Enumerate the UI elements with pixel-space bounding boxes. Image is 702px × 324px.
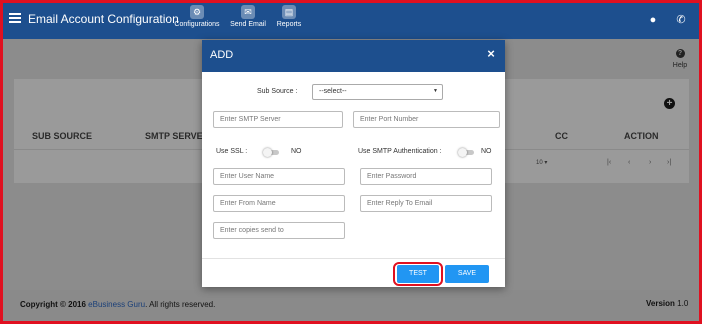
first-page-icon[interactable]: |‹ bbox=[607, 159, 611, 166]
last-page-icon[interactable]: ›| bbox=[667, 159, 671, 166]
page-size-select[interactable]: 10 ▾ bbox=[536, 159, 547, 166]
use-ssl-toggle[interactable] bbox=[263, 148, 279, 157]
sub-source-value: --select-- bbox=[319, 88, 347, 95]
use-ssl-label: Use SSL : bbox=[216, 148, 248, 155]
column-header-smtp-server: SMTP SERVE bbox=[145, 131, 203, 141]
help-icon: ? bbox=[675, 49, 685, 58]
version-text: Version 1.0 bbox=[646, 299, 688, 308]
app-title: Email Account Configuration bbox=[28, 12, 179, 26]
copyright-suffix: . All rights reserved. bbox=[145, 300, 216, 309]
close-icon[interactable]: × bbox=[484, 47, 498, 61]
smtp-server-input[interactable]: Enter SMTP Server bbox=[213, 111, 343, 128]
version-label: Version bbox=[646, 299, 675, 308]
port-number-input[interactable]: Enter Port Number bbox=[353, 111, 500, 128]
prev-page-icon[interactable]: ‹ bbox=[628, 159, 630, 166]
copyright-text: Copyright © 2016 eBusiness Guru. All rig… bbox=[20, 300, 215, 309]
sub-source-label: Sub Source : bbox=[257, 88, 298, 95]
copies-input[interactable]: Enter copies send to bbox=[213, 222, 345, 239]
smtp-auth-toggle[interactable] bbox=[458, 148, 474, 157]
help-label: Help bbox=[672, 62, 688, 69]
envelope-icon: ✉ bbox=[241, 5, 255, 19]
dialog-header: ADD × bbox=[202, 40, 505, 72]
add-record-icon[interactable]: + bbox=[664, 98, 675, 109]
copyright-prefix: Copyright © 2016 bbox=[20, 300, 86, 309]
add-dialog: ADD × Sub Source : --select-- ▼ Enter SM… bbox=[202, 40, 505, 287]
report-icon: ▤ bbox=[282, 5, 296, 19]
user-icon[interactable]: ● bbox=[647, 14, 659, 26]
sub-source-select[interactable]: --select-- ▼ bbox=[312, 84, 443, 100]
nav-configurations-label: Configurations bbox=[174, 21, 220, 28]
nav-reports[interactable]: ▤ Reports bbox=[264, 5, 314, 28]
user-name-input[interactable]: Enter User Name bbox=[213, 168, 345, 185]
dialog-title: ADD bbox=[210, 49, 234, 61]
password-input[interactable]: Enter Password bbox=[360, 168, 492, 185]
top-app-bar: Email Account Configuration ⚙ Configurat… bbox=[3, 3, 699, 39]
smtp-auth-label: Use SMTP Authentication : bbox=[358, 148, 442, 155]
column-header-action: ACTION bbox=[624, 131, 659, 141]
from-name-input[interactable]: Enter From Name bbox=[213, 195, 345, 212]
reply-to-input[interactable]: Enter Reply To Email bbox=[360, 195, 492, 212]
smtp-auth-value: NO bbox=[481, 148, 492, 155]
nav-reports-label: Reports bbox=[276, 21, 302, 28]
column-header-cc: CC bbox=[555, 131, 568, 141]
use-ssl-value: NO bbox=[291, 148, 302, 155]
column-header-sub-source: SUB SOURCE bbox=[32, 131, 93, 141]
save-button[interactable]: SAVE bbox=[445, 265, 489, 283]
version-value: 1.0 bbox=[677, 299, 689, 308]
help-button[interactable]: ? Help bbox=[668, 49, 692, 69]
hamburger-menu-icon[interactable] bbox=[9, 13, 21, 23]
next-page-icon[interactable]: › bbox=[649, 159, 651, 166]
gear-icon: ⚙ bbox=[190, 5, 204, 19]
chevron-down-icon: ▼ bbox=[433, 88, 438, 94]
phone-icon[interactable]: ✆ bbox=[675, 14, 687, 26]
app-frame: Email Account Configuration ⚙ Configurat… bbox=[0, 0, 702, 324]
nav-configurations[interactable]: ⚙ Configurations bbox=[172, 5, 222, 28]
dialog-footer-divider bbox=[202, 258, 505, 259]
test-button[interactable]: TEST bbox=[397, 265, 439, 283]
nav-send-email-label: Send Email bbox=[230, 21, 266, 28]
brand-link[interactable]: eBusiness Guru bbox=[88, 300, 145, 309]
